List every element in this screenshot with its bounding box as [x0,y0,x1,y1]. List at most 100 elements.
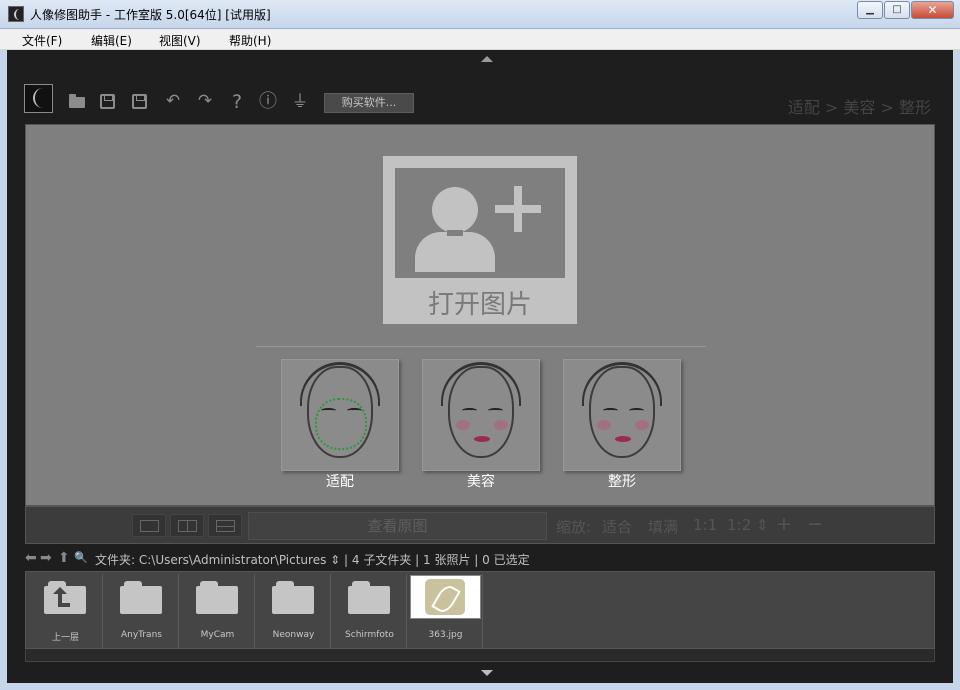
collapse-filmstrip-arrow-icon[interactable] [481,670,493,676]
eye-shape [603,408,618,413]
zoom-1-2-option[interactable]: 1:2 [727,516,751,534]
workspace: ↶ ↷ ? ⓘ ⏚ 购买软件... 适配 > 美容 > 整形 打开图片 适配 美… [7,50,953,683]
buy-software-button[interactable]: 购买软件... [324,93,414,113]
feature-beauty-label: 美容 [467,474,495,490]
cheek-shape [597,420,611,430]
thumb-folder-mycam[interactable]: MyCam [180,574,255,648]
menu-bar: 文件(F) 编辑(E) 视图(V) 帮助(H) [0,29,960,50]
eye-shape [462,408,477,413]
save-icon[interactable] [100,94,115,109]
lips-shape [615,436,631,442]
window-controls: ▁ □ ✕ [856,1,954,19]
workflow-breadcrumb: 适配 > 美容 > 整形 [787,98,931,117]
save-as-icon[interactable] [132,94,147,109]
split-horizontal-view-button[interactable] [208,514,242,537]
feature-fit-label: 适配 [326,474,354,490]
feature-beauty-button[interactable] [422,359,540,471]
maximize-button[interactable]: □ [884,1,910,19]
thumb-label: 363.jpg [428,630,463,640]
view-zoom-bar: 查看原图 缩放: 适合 填满 1:1 1:2 ⇕ + − [25,506,935,544]
landmark-dots [315,398,367,450]
thumbnail-scrollbar[interactable] [25,649,935,662]
zoom-in-icon[interactable]: + [776,513,792,535]
feather-icon [425,579,465,615]
divider [256,346,706,347]
redo-icon[interactable]: ↷ [194,91,216,111]
canvas-panel: 打开图片 适配 美容 整形 [25,124,935,506]
thumb-label: Schirmfoto [345,630,394,640]
image-thumbnail [410,575,481,619]
zoom-1-1-option[interactable]: 1:1 [693,516,717,534]
zoom-spinner-icon[interactable]: ⇕ [756,516,769,534]
cheek-shape [635,420,649,430]
thumb-label: MyCam [200,630,235,640]
folder-path-text[interactable]: 文件夹: C:\Users\Administrator\Pictures ⇕ |… [95,551,530,568]
person-head-shape [432,187,478,233]
folder-path-bar: ⬅ ➡ ⬆ 🔍 文件夹: C:\Users\Administrator\Pict… [25,548,935,568]
folder-icon [120,581,162,614]
view-original-button[interactable]: 查看原图 [248,512,547,540]
cheek-shape [456,420,470,430]
menu-view[interactable]: 视图(V) [159,32,201,49]
collapse-toolbar-arrow-icon[interactable] [481,56,493,62]
open-image-button[interactable]: 打开图片 [383,156,577,324]
plus-vertical-shape [514,186,522,232]
open-folder-icon[interactable] [69,94,85,108]
zoom-out-icon[interactable]: − [807,513,823,535]
lips-shape [474,436,490,442]
forward-arrow-icon[interactable]: ➡ [40,550,52,566]
eye-shape [629,408,644,413]
face-landmarks-icon [307,366,373,458]
close-button[interactable]: ✕ [911,1,954,19]
up-level-arrow [53,587,70,607]
thumb-parent-folder[interactable]: 上一层 [28,574,103,648]
split-vertical-icon [178,520,197,532]
split-vertical-view-button[interactable] [170,514,204,537]
cheek-shape [494,420,508,430]
thumb-label: AnyTrans [121,630,162,640]
face-reshape-icon [589,366,655,458]
folder-icon [348,581,390,614]
thumb-label: Neonway [272,630,315,640]
menu-help[interactable]: 帮助(H) [229,32,271,49]
thumbnail-strip: 上一层 AnyTrans MyCam Neonway Schirmfoto 36… [25,571,935,649]
feature-reshape-label: 整形 [608,474,636,490]
window-frame: ↶ ↷ ? ⓘ ⏚ 购买软件... 适配 > 美容 > 整形 打开图片 适配 美… [0,50,960,690]
back-arrow-icon[interactable]: ⬅ [25,550,37,566]
single-view-button[interactable] [132,514,166,537]
menu-edit[interactable]: 编辑(E) [91,32,132,49]
thumb-label: 上一层 [51,633,79,643]
thumb-folder-schirmfoto[interactable]: Schirmfoto [332,574,407,648]
single-view-icon [140,520,159,532]
eye-shape [488,408,503,413]
plugin-icon[interactable]: ⏚ [289,92,311,112]
thumb-image-363[interactable]: 363.jpg [408,574,483,648]
zoom-fit-option[interactable]: 适合 [602,516,632,537]
thumb-folder-neonway[interactable]: Neonway [256,574,331,648]
zoom-fill-option[interactable]: 填满 [648,516,678,537]
up-arrow-icon[interactable]: ⬆ [58,550,70,566]
person-neck-shape [447,230,463,236]
menu-file[interactable]: 文件(F) [22,32,62,49]
feature-fit-button[interactable] [281,359,399,471]
title-bar: 人像修图助手 - 工作室版 5.0[64位] [试用版] ▁ □ ✕ [0,0,960,29]
person-body-shape [415,232,495,272]
window-title: 人像修图助手 - 工作室版 5.0[64位] [试用版] [30,8,271,22]
folder-icon [272,581,314,614]
parent-folder-icon [44,581,86,614]
face-beauty-icon [448,366,514,458]
folder-icon [196,581,238,614]
undo-icon[interactable]: ↶ [162,91,184,111]
help-icon[interactable]: ? [226,92,248,112]
info-icon[interactable]: ⓘ [257,92,279,112]
minimize-button[interactable]: ▁ [857,1,883,19]
feature-reshape-button[interactable] [563,359,681,471]
split-horizontal-icon [216,520,235,532]
zoom-label: 缩放: [556,518,592,536]
search-icon[interactable]: 🔍 [74,551,88,564]
thumb-folder-anytrans[interactable]: AnyTrans [104,574,179,648]
app-icon [8,6,24,22]
logo-icon[interactable] [24,84,53,113]
add-photo-icon [395,168,565,278]
open-image-label: 打开图片 [427,290,532,320]
